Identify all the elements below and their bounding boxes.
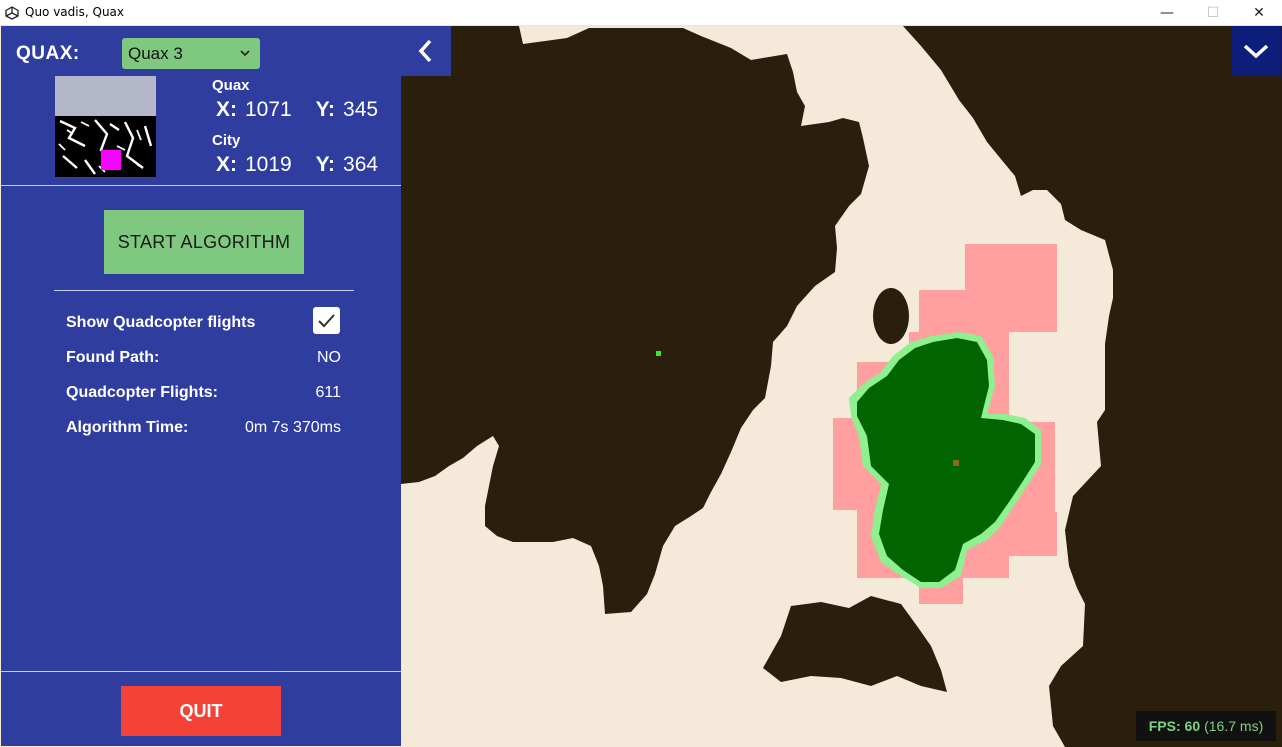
- city-position-marker: [953, 460, 959, 466]
- section-divider: [1, 185, 401, 186]
- start-algorithm-button[interactable]: START ALGORITHM: [104, 210, 304, 274]
- control-panel: QUAX: Quax 3 Quax X: 1071 Y: 345 City X: 10…: [1, 26, 401, 746]
- chevron-down-icon: [1243, 44, 1269, 59]
- algorithm-time-label: Algorithm Time:: [66, 419, 189, 436]
- fps-counter: FPS: 60 (16.7 ms): [1136, 711, 1276, 741]
- fps-value: FPS: 60: [1148, 718, 1201, 734]
- city-heading: City: [212, 132, 241, 149]
- collapse-panel-button[interactable]: [401, 26, 451, 76]
- expand-menu-button[interactable]: [1231, 26, 1281, 76]
- chevron-down-icon: [240, 50, 250, 57]
- flights-label: Quadcopter Flights:: [66, 384, 218, 401]
- minimap: [55, 76, 156, 177]
- minimize-button[interactable]: —: [1144, 0, 1190, 26]
- quax-x-label: X:: [216, 98, 237, 121]
- quax-coords: X: 1071 Y: 345: [216, 98, 378, 122]
- quax-select-value: Quax 3: [128, 44, 183, 63]
- quax-x-value: 1071: [245, 98, 292, 121]
- quax-heading: Quax: [212, 77, 250, 94]
- close-button[interactable]: ✕: [1236, 0, 1282, 26]
- show-flights-label: Show Quadcopter flights: [66, 314, 256, 331]
- chevron-left-icon: [418, 39, 432, 63]
- quax-position-marker: [656, 351, 661, 356]
- fps-detail: (16.7 ms): [1204, 718, 1264, 734]
- found-path-value: NO: [317, 349, 341, 366]
- window-titlebar: Quo vadis, Quax — ☐ ✕: [0, 0, 1282, 26]
- bottom-divider: [1, 671, 401, 672]
- quax-y-value: 345: [343, 98, 379, 121]
- stats-divider: [54, 290, 354, 291]
- city-y-label: Y:: [315, 153, 336, 176]
- maximize-button[interactable]: ☐: [1190, 0, 1236, 26]
- quax-label: QUAX:: [16, 43, 80, 64]
- quit-button[interactable]: QUIT: [121, 686, 281, 736]
- city-x-value: 1019: [245, 153, 292, 176]
- terrain-map[interactable]: [401, 26, 1282, 747]
- minimap-sky: [55, 76, 156, 116]
- quax-select[interactable]: Quax 3: [122, 38, 260, 69]
- city-y-value: 364: [343, 153, 379, 176]
- check-icon: [318, 314, 335, 328]
- city-x-label: X:: [216, 153, 237, 176]
- flights-value: 611: [315, 384, 341, 401]
- found-path-label: Found Path:: [66, 349, 160, 366]
- unity-icon: [5, 6, 19, 20]
- algorithm-time-value: 0m 7s 370ms: [244, 419, 341, 436]
- city-coords: X: 1019 Y: 364: [216, 153, 378, 177]
- show-flights-checkbox[interactable]: [313, 307, 340, 334]
- dark-island: [873, 288, 909, 344]
- minimap-quax-marker: [101, 150, 121, 170]
- window-title: Quo vadis, Quax: [25, 5, 124, 19]
- quax-y-label: Y:: [315, 98, 336, 121]
